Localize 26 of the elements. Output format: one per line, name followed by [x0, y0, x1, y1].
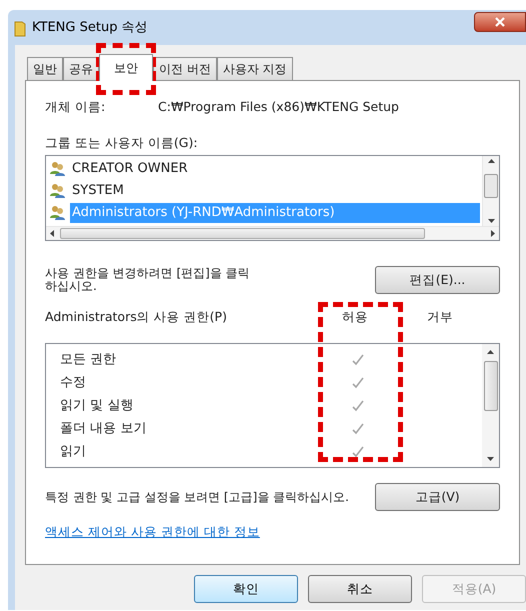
column-header: 거부 — [426, 308, 454, 326]
tab[interactable]: 일반 — [27, 57, 63, 80]
permission-name: 모든 권한 — [60, 350, 118, 369]
object-path: C:₩Program Files (x86)₩KTENG Setup — [158, 98, 399, 116]
window-title: KTENG Setup 속성 — [32, 18, 148, 37]
field-label: 개체 이름: — [45, 98, 106, 116]
permissions-label: Administrators의 사용 권한(P) — [45, 308, 228, 326]
permission-name: 수정 — [60, 374, 87, 392]
dialog-button[interactable]: 취소 — [308, 575, 412, 603]
help-link[interactable]: 액세스 제어와 사용 권한에 대한 정보 — [45, 523, 260, 542]
permission-name: 폴더 내용 보기 — [60, 420, 148, 438]
tab[interactable]: 공유 — [63, 57, 99, 80]
permission-name: 읽기 — [60, 442, 87, 461]
edit-button[interactable]: 편집(E)... — [375, 266, 500, 294]
tab[interactable]: 사용자 지정 — [216, 57, 293, 80]
advanced-hint: 특정 권한 및 고급 설정을 보려면 [고급]을 클릭하십시오. — [45, 490, 350, 504]
list-item[interactable]: SYSTEM — [70, 181, 480, 201]
permission-name: 읽기 및 실행 — [60, 396, 134, 415]
tab[interactable]: 보안 — [99, 54, 153, 81]
column-header: 허용 — [341, 308, 369, 326]
dialog-button[interactable]: 확인 — [194, 575, 298, 603]
tab[interactable]: 이전 버전 — [153, 57, 217, 80]
edit-hint: 사용 권한을 변경하려면 [편집]을 클릭하십시오. — [45, 267, 250, 293]
list-label: 그룹 또는 사용자 이름(G): — [45, 134, 198, 152]
advanced-button[interactable]: 고급(V) — [375, 483, 500, 511]
list-item[interactable]: CREATOR OWNER — [70, 159, 480, 179]
